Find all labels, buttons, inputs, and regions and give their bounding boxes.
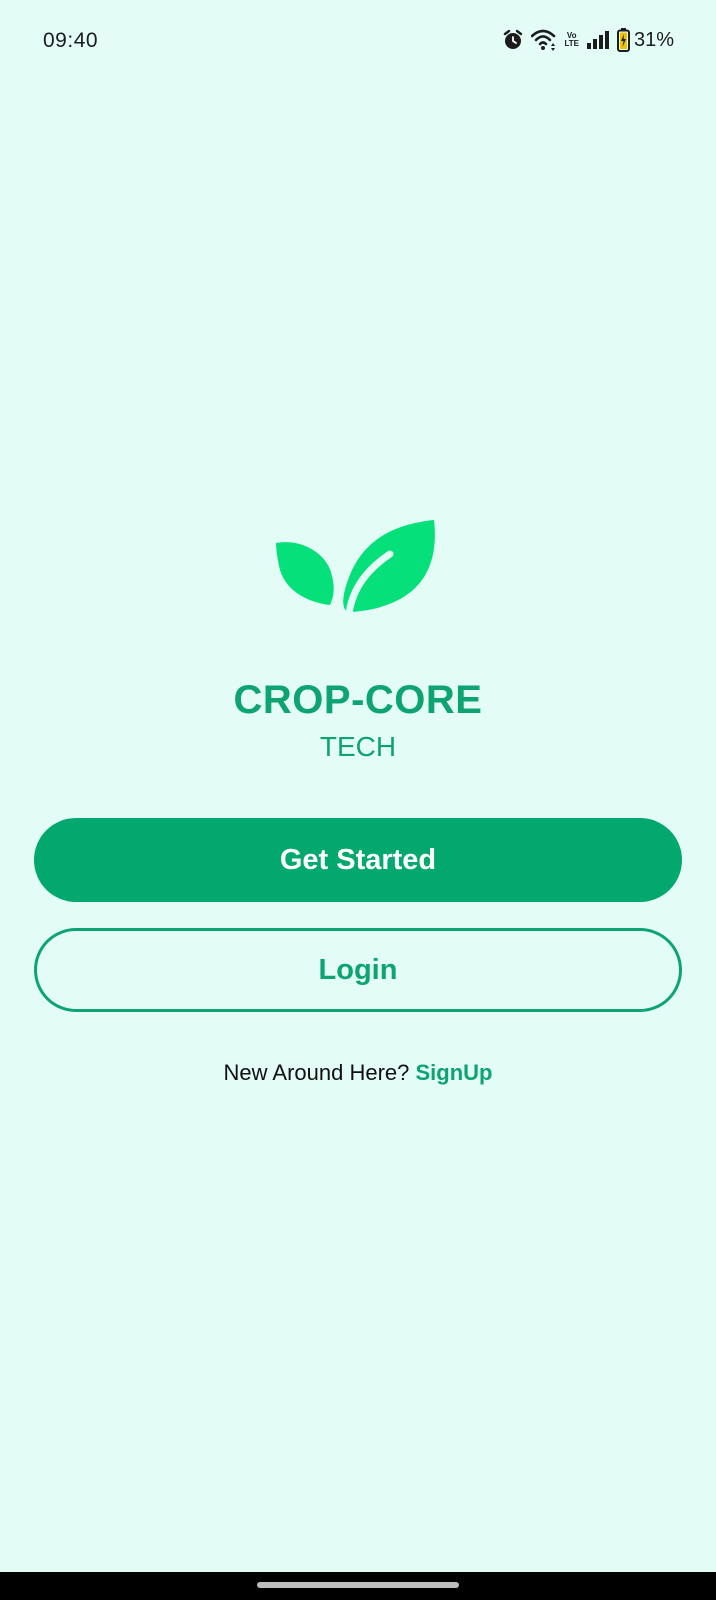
volte-icon: Vo LTE xyxy=(564,32,579,48)
status-icons: Vo LTE 31% xyxy=(502,28,674,52)
get-started-button[interactable]: Get Started xyxy=(34,818,682,902)
alarm-icon xyxy=(502,29,524,51)
status-bar: 09:40 Vo LTE 31% xyxy=(0,0,716,84)
leaf-icon xyxy=(276,520,440,620)
brand-subtitle: TECH xyxy=(319,731,397,762)
welcome-screen: 09:40 Vo LTE 31% CROP-CORE TECH Get Star… xyxy=(0,0,716,1600)
brand-title: CROP-CORE xyxy=(233,678,483,722)
status-time: 09:40 xyxy=(43,29,99,52)
battery-percent: 31% xyxy=(633,28,674,51)
volte-bottom-label: LTE xyxy=(564,39,579,48)
get-started-label: Get Started xyxy=(279,843,437,876)
signal-icon xyxy=(586,31,610,49)
signup-prompt: New Around Here? xyxy=(223,1060,410,1085)
home-indicator[interactable] xyxy=(257,1582,459,1588)
signup-prompt-line: New Around Here? SignUp xyxy=(0,1060,716,1086)
wifi-icon xyxy=(531,29,557,51)
navigation-bar xyxy=(0,1572,716,1600)
battery-charging-icon xyxy=(616,28,630,52)
login-button[interactable]: Login xyxy=(34,928,682,1012)
signup-link[interactable]: SignUp xyxy=(416,1060,493,1085)
login-label: Login xyxy=(318,953,398,986)
